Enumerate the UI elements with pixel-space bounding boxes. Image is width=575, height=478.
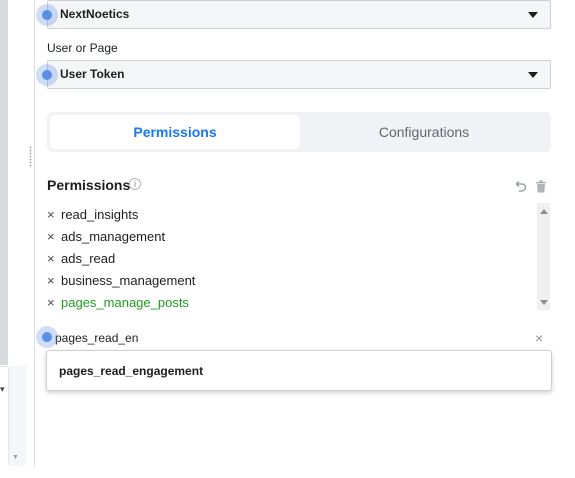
permission-item: × ads_read <box>47 247 115 269</box>
permission-name: business_management <box>61 272 196 288</box>
app-select[interactable]: NextNoetics <box>47 0 551 29</box>
tab-configurations[interactable]: Configurations <box>299 115 549 149</box>
permission-item: × business_management <box>47 269 195 291</box>
graph-explorer-view: ▾ ▼ NextNoetics User or Page User Token … <box>0 0 575 478</box>
app-select-value: NextNoetics <box>60 7 130 21</box>
scroll-up-icon[interactable] <box>540 209 548 214</box>
left-panel-scrollbar[interactable] <box>8 366 26 466</box>
chevron-down-icon <box>528 72 538 78</box>
suggestion-dropdown: pages_read_engagement <box>46 350 552 391</box>
permission-name: pages_manage_posts <box>61 294 189 310</box>
permissions-title: Permissions <box>47 177 131 193</box>
chevron-down-icon <box>528 12 538 18</box>
tab-bar: Permissions Configurations <box>47 112 551 152</box>
left-panel-edge <box>0 0 8 365</box>
cursor-marker-icon <box>36 4 58 26</box>
tab-permissions[interactable]: Permissions <box>50 115 300 149</box>
remove-permission-icon[interactable]: × <box>47 207 61 222</box>
left-dropdown-caret-icon[interactable]: ▾ <box>0 384 5 394</box>
remove-permission-icon[interactable]: × <box>47 229 61 244</box>
splitter-grip-icon[interactable] <box>29 146 32 168</box>
remove-permission-icon[interactable]: × <box>47 295 61 310</box>
cursor-marker-icon <box>36 64 58 86</box>
suggestion-item[interactable]: pages_read_engagement <box>59 364 203 378</box>
user-or-page-label: User or Page <box>47 41 118 55</box>
permission-item: × pages_manage_posts <box>47 291 189 313</box>
remove-permission-icon[interactable]: × <box>47 273 61 288</box>
scroll-down-icon[interactable] <box>540 300 548 305</box>
permission-item: × read_insights <box>47 203 138 225</box>
user-or-page-select[interactable]: User Token <box>47 60 551 89</box>
permission-name: ads_management <box>61 228 166 244</box>
undo-icon[interactable] <box>514 180 527 193</box>
user-or-page-value: User Token <box>60 67 125 81</box>
permissions-list: × read_insights × ads_management × ads_r… <box>47 203 537 310</box>
trash-icon[interactable] <box>535 180 547 193</box>
remove-permission-icon[interactable]: × <box>47 251 61 266</box>
permission-item: × ads_management <box>47 225 165 247</box>
clear-input-icon[interactable]: × <box>535 331 543 345</box>
permission-name: read_insights <box>61 206 139 222</box>
info-icon[interactable]: i <box>129 178 141 190</box>
add-permission-input[interactable] <box>47 327 551 349</box>
left-scroll-down-icon[interactable]: ▼ <box>12 454 19 462</box>
cursor-marker-icon <box>36 326 58 348</box>
permissions-scrollbar[interactable] <box>537 203 550 310</box>
panel-splitter[interactable] <box>27 0 35 466</box>
permission-name: ads_read <box>61 250 116 266</box>
